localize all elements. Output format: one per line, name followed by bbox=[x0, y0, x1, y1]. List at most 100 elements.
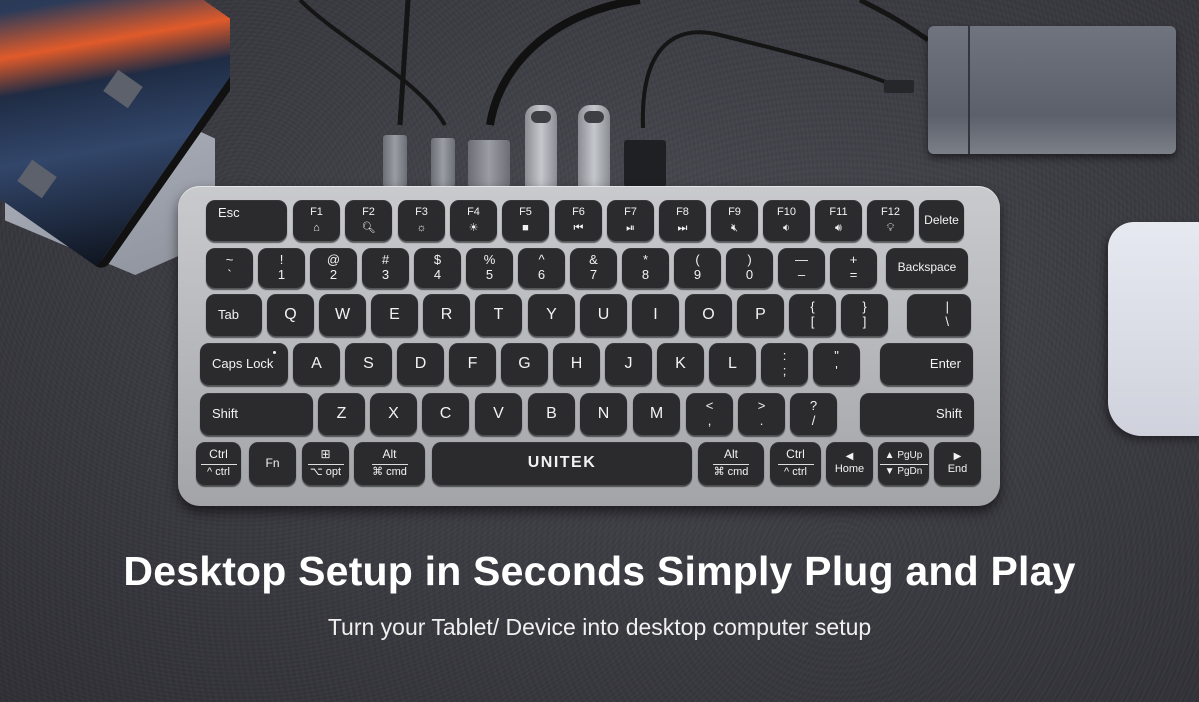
key-5[interactable]: % 5 bbox=[466, 248, 513, 288]
key-shift-label: ! bbox=[279, 252, 284, 268]
key-g[interactable]: G bbox=[501, 343, 548, 385]
key-2[interactable]: @2 bbox=[310, 248, 357, 288]
brand-logo: UNITEK bbox=[527, 454, 597, 472]
key-j[interactable]: J bbox=[605, 343, 652, 385]
key-base-label: ^ ctrl bbox=[207, 466, 230, 479]
key-enter[interactable]: Enter bbox=[880, 343, 973, 385]
key-u[interactable]: U bbox=[580, 294, 627, 336]
key-d[interactable]: D bbox=[397, 343, 444, 385]
key-shift-label: * bbox=[642, 252, 649, 268]
key-fn[interactable]: Fn bbox=[249, 442, 296, 485]
key-label: F8 bbox=[676, 206, 689, 219]
key-f12[interactable]: F12 💡︎ bbox=[867, 200, 914, 241]
key-a[interactable]: A bbox=[293, 343, 340, 385]
key-f1[interactable]: F1 ⌂ bbox=[293, 200, 340, 241]
key-opt[interactable]: ⊞ ⌥ opt bbox=[302, 442, 349, 485]
key-left-ctrl[interactable]: Ctrl ^ ctrl bbox=[196, 442, 241, 485]
key-minus[interactable]: — – bbox=[778, 248, 825, 288]
key-f11[interactable]: F11 🔊︎ bbox=[815, 200, 862, 241]
key-shift-label: # bbox=[381, 252, 390, 268]
f5-function-icon: ■ bbox=[522, 222, 529, 234]
key-q[interactable]: Q bbox=[267, 294, 314, 336]
key-o[interactable]: O bbox=[685, 294, 732, 336]
key-backspace[interactable]: Backspace bbox=[886, 248, 968, 288]
key-m[interactable]: M bbox=[633, 393, 680, 435]
key-f10[interactable]: F10 🔉︎ bbox=[763, 200, 810, 241]
key-right-bracket[interactable]: }] bbox=[841, 294, 888, 336]
key-e[interactable]: E bbox=[371, 294, 418, 336]
key-esc[interactable]: Esc bbox=[206, 200, 287, 241]
key-label: F10 bbox=[777, 206, 796, 219]
key-equals[interactable]: + = bbox=[830, 248, 877, 288]
key-base-label: . bbox=[759, 413, 764, 428]
key-base-label: ▼ PgDn bbox=[884, 465, 923, 477]
key-i[interactable]: I bbox=[632, 294, 679, 336]
key-s[interactable]: S bbox=[345, 343, 392, 385]
key-8[interactable]: * 8 bbox=[622, 248, 669, 288]
key-space[interactable]: UNITEK bbox=[432, 442, 692, 485]
key-quote[interactable]: " ' bbox=[813, 343, 860, 385]
key-slash[interactable]: ? / bbox=[790, 393, 837, 435]
key-shift-label: ▶ bbox=[953, 451, 962, 463]
key-k[interactable]: K bbox=[657, 343, 704, 385]
key-9[interactable]: (9 bbox=[674, 248, 721, 288]
key-p[interactable]: P bbox=[737, 294, 784, 336]
key-4[interactable]: $4 bbox=[414, 248, 461, 288]
key-right-alt[interactable]: Alt ⌘ cmd bbox=[698, 442, 764, 485]
usb-c-connector bbox=[431, 138, 455, 187]
key-left-alt[interactable]: Alt ⌘ cmd bbox=[354, 442, 425, 485]
key-semicolon[interactable]: :; bbox=[761, 343, 808, 385]
key-label: F9 bbox=[728, 206, 741, 219]
key-f8[interactable]: F8 ⏭ bbox=[659, 200, 706, 241]
key-backslash[interactable]: | \ bbox=[907, 294, 971, 336]
key-6[interactable]: ^ 6 bbox=[518, 248, 565, 288]
key-b[interactable]: B bbox=[528, 393, 575, 435]
key-tab[interactable]: Tab bbox=[206, 294, 262, 336]
key-left-shift[interactable]: Shift bbox=[200, 393, 313, 435]
key-comma[interactable]: <, bbox=[686, 393, 733, 435]
key-base-label: ⌘ cmd bbox=[713, 466, 749, 479]
key-f9[interactable]: F9 🔇︎ bbox=[711, 200, 758, 241]
key-v[interactable]: V bbox=[475, 393, 522, 435]
key-f7[interactable]: F7 ⏯ bbox=[607, 200, 654, 241]
key-f4[interactable]: F4 ☀ bbox=[450, 200, 497, 241]
usb-a-connector bbox=[624, 140, 666, 187]
key-label: R bbox=[440, 305, 453, 323]
key-shift-label: { bbox=[810, 299, 815, 315]
key-delete[interactable]: Delete bbox=[919, 200, 964, 241]
key-0[interactable]: ) 0 bbox=[726, 248, 773, 288]
key-label: F2 bbox=[362, 206, 375, 219]
key-y[interactable]: Y bbox=[528, 294, 575, 336]
key-base-label: 9 bbox=[693, 267, 702, 282]
key-pgup-pgdn[interactable]: ▲ PgUp ▼ PgDn bbox=[878, 442, 929, 485]
key-3[interactable]: #3 bbox=[362, 248, 409, 288]
key-z[interactable]: Z bbox=[318, 393, 365, 435]
key-f6[interactable]: F6 ⏮ bbox=[555, 200, 602, 241]
key-n[interactable]: N bbox=[580, 393, 627, 435]
key-period[interactable]: >. bbox=[738, 393, 785, 435]
key-end[interactable]: ▶ End bbox=[934, 442, 981, 485]
key-right-shift[interactable]: Shift bbox=[860, 393, 974, 435]
key-x[interactable]: X bbox=[370, 393, 417, 435]
key-7[interactable]: & 7 bbox=[570, 248, 617, 288]
key-backtick[interactable]: ~ ` bbox=[206, 248, 253, 288]
keyboard: Esc F1 ⌂ F2 🔍︎ F3 ☼ F4 ☀ F5 ■ F6 ⏮ F7 ⏯ F8 ⏭ F9 🔇︎ F10 🔉︎ F11… bbox=[178, 186, 1000, 506]
key-f5[interactable]: F5 ■ bbox=[502, 200, 549, 241]
key-f3[interactable]: F3 ☼ bbox=[398, 200, 445, 241]
key-r[interactable]: R bbox=[423, 294, 470, 336]
cable bbox=[486, 0, 641, 126]
key-l[interactable]: L bbox=[709, 343, 756, 385]
key-w[interactable]: W bbox=[319, 294, 366, 336]
key-h[interactable]: H bbox=[553, 343, 600, 385]
key-1[interactable]: ! 1 bbox=[258, 248, 305, 288]
key-home[interactable]: ◀ Home bbox=[826, 442, 873, 485]
key-left-bracket[interactable]: {[ bbox=[789, 294, 836, 336]
key-right-ctrl[interactable]: Ctrl ^ ctrl bbox=[770, 442, 821, 485]
key-caps-lock[interactable]: Caps Lock bbox=[200, 343, 288, 385]
key-f2[interactable]: F2 🔍︎ bbox=[345, 200, 392, 241]
key-c[interactable]: C bbox=[422, 393, 469, 435]
key-t[interactable]: T bbox=[475, 294, 522, 336]
key-f[interactable]: F bbox=[449, 343, 496, 385]
f11-function-icon: 🔊︎ bbox=[835, 222, 842, 234]
usb-flash-drive bbox=[578, 105, 610, 187]
